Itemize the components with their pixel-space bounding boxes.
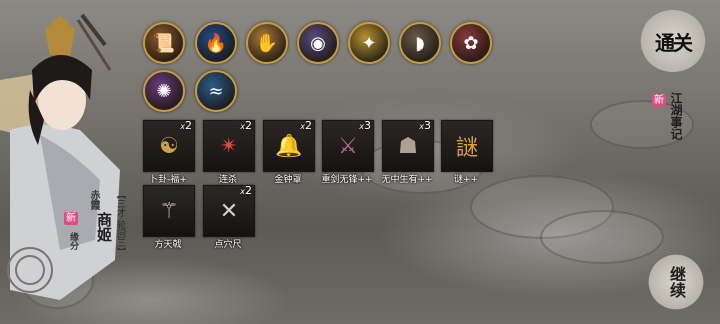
events-button[interactable]: 新 江湖事记 <box>650 90 706 142</box>
skill-card[interactable]: 🔔 x2 <box>263 119 315 172</box>
skill-label: 点穴尺 <box>214 240 242 250</box>
character-footer: 缘分 <box>68 232 78 250</box>
skill-count: x3 <box>419 119 431 132</box>
character-prefix: 赤霞 <box>88 190 99 210</box>
skill-card[interactable]: ☗ x3 <box>382 119 434 172</box>
skill-label: 谜++ <box>453 175 479 185</box>
red-flower-icon[interactable]: ✿ <box>450 22 492 64</box>
cloud-decoration <box>540 210 664 264</box>
skill-count: x3 <box>359 119 371 132</box>
golden-feather-icon[interactable]: ✦ <box>348 22 390 64</box>
map-button[interactable]: 通关 <box>640 10 706 72</box>
acupoint-ruler-icon: ✕ <box>219 198 239 224</box>
new-badge: 新 <box>64 212 78 225</box>
halberd-icon: ⚚ <box>159 198 179 224</box>
skill-count: x2 <box>300 119 312 132</box>
events-new-badge: 新 <box>652 94 666 107</box>
heavy-sword-icon: ⚔ <box>338 133 358 159</box>
skill-count: x2 <box>240 184 252 197</box>
skill-card[interactable]: 謎 <box>441 120 493 172</box>
scroll-armor-icon[interactable]: 📜 <box>143 22 185 64</box>
phantom-icon: ☗ <box>398 133 418 159</box>
horn-icon[interactable]: ◗ <box>399 22 441 64</box>
skill-card[interactable]: ✴ x2 <box>203 119 255 172</box>
divination-icon: ☯ <box>159 133 179 159</box>
skill-card[interactable]: ⚔ x3 <box>322 119 374 172</box>
character-portrait[interactable] <box>0 0 150 324</box>
skill-count: x2 <box>240 119 252 132</box>
pearl-icon[interactable]: ◉ <box>297 22 339 64</box>
character-title-line: 【三才·轮回三】 <box>115 190 125 256</box>
blue-wave-icon[interactable]: ≈ <box>195 70 237 112</box>
character-name: 商姬 <box>95 212 113 242</box>
skill-count: x2 <box>180 119 192 132</box>
events-button-label: 江湖事记 <box>669 92 683 140</box>
map-button-label: 通关 <box>655 30 693 55</box>
riddle-icon: 謎 <box>455 136 478 161</box>
slash-icon: ✴ <box>219 133 239 159</box>
skill-card[interactable]: ⚚ <box>143 185 195 237</box>
gauntlet-icon[interactable]: ✋ <box>246 22 288 64</box>
blue-flame-icon[interactable]: 🔥 <box>195 22 237 64</box>
purple-talisman-icon[interactable]: ✺ <box>143 70 185 112</box>
continue-button-label: 继续 <box>667 266 686 298</box>
continue-button[interactable]: 继续 <box>648 254 704 310</box>
golden-bell-icon: 🔔 <box>275 133 303 159</box>
skill-card[interactable]: ✕ x2 <box>203 184 255 237</box>
skill-card[interactable]: ☯ x2 <box>143 119 195 172</box>
